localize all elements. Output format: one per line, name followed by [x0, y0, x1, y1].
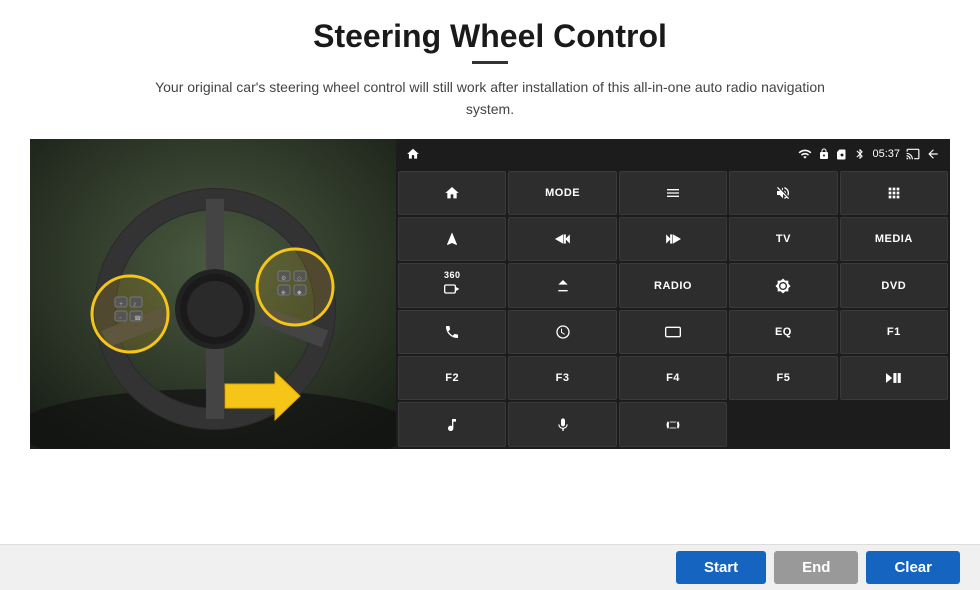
head-unit-panel: 05:37 MODE — [396, 139, 950, 449]
svg-text:⚙: ⚙ — [281, 275, 286, 282]
btn-mic[interactable] — [508, 402, 616, 446]
svg-text:+: + — [119, 301, 123, 308]
btn-eject[interactable] — [508, 263, 616, 307]
btn-empty-1 — [729, 402, 837, 446]
end-button[interactable]: End — [774, 551, 858, 584]
svg-text:◈: ◈ — [281, 290, 286, 296]
btn-tv[interactable]: TV — [729, 217, 837, 261]
btn-prev[interactable] — [508, 217, 616, 261]
page-title: Steering Wheel Control — [313, 18, 667, 55]
bluetooth-icon — [854, 148, 866, 160]
status-bar: 05:37 — [396, 139, 950, 169]
btn-call[interactable] — [619, 402, 727, 446]
start-button[interactable]: Start — [676, 551, 766, 584]
btn-360cam[interactable]: 360 — [398, 263, 506, 307]
sim-icon — [836, 148, 848, 160]
btn-phone[interactable] — [398, 310, 506, 354]
lock-icon — [818, 148, 830, 160]
button-grid: MODE — [396, 169, 950, 449]
btn-f2[interactable]: F2 — [398, 356, 506, 400]
svg-text:◇: ◇ — [297, 276, 302, 282]
btn-mute[interactable] — [729, 171, 837, 215]
btn-media[interactable]: MEDIA — [840, 217, 948, 261]
btn-swipe[interactable] — [508, 310, 616, 354]
btn-dvd[interactable]: DVD — [840, 263, 948, 307]
svg-text:♪: ♪ — [133, 301, 137, 308]
cast-icon — [906, 147, 920, 161]
status-right: 05:37 — [798, 147, 940, 161]
svg-text:☎: ☎ — [134, 315, 142, 322]
btn-radio[interactable]: RADIO — [619, 263, 727, 307]
title-divider — [472, 61, 508, 64]
btn-screen[interactable] — [619, 310, 727, 354]
page-subtitle: Your original car's steering wheel contr… — [150, 76, 830, 121]
clear-button[interactable]: Clear — [866, 551, 960, 584]
btn-eq[interactable]: EQ — [729, 310, 837, 354]
svg-text:◆: ◆ — [297, 290, 302, 296]
btn-music[interactable] — [398, 402, 506, 446]
btn-f3[interactable]: F3 — [508, 356, 616, 400]
btn-navigate[interactable] — [398, 217, 506, 261]
btn-menu[interactable] — [619, 171, 727, 215]
content-row: + - ♪ ☎ ⚙ ◈ ◇ ◆ — [30, 139, 950, 469]
back-icon — [926, 147, 940, 161]
btn-f4[interactable]: F4 — [619, 356, 727, 400]
btn-home[interactable] — [398, 171, 506, 215]
home-status-icon — [406, 147, 420, 161]
btn-brightness[interactable] — [729, 263, 837, 307]
btn-playpause[interactable] — [840, 356, 948, 400]
bottom-bar: Start End Clear — [0, 544, 980, 590]
status-time: 05:37 — [872, 148, 900, 160]
steering-wheel-image: + - ♪ ☎ ⚙ ◈ ◇ ◆ — [30, 139, 396, 449]
status-left — [406, 147, 420, 161]
btn-empty-2 — [840, 402, 948, 446]
btn-mode[interactable]: MODE — [508, 171, 616, 215]
btn-next[interactable] — [619, 217, 727, 261]
btn-apps[interactable] — [840, 171, 948, 215]
btn-f5[interactable]: F5 — [729, 356, 837, 400]
wifi-icon — [798, 147, 812, 161]
page-container: Steering Wheel Control Your original car… — [0, 0, 980, 544]
btn-f1[interactable]: F1 — [840, 310, 948, 354]
